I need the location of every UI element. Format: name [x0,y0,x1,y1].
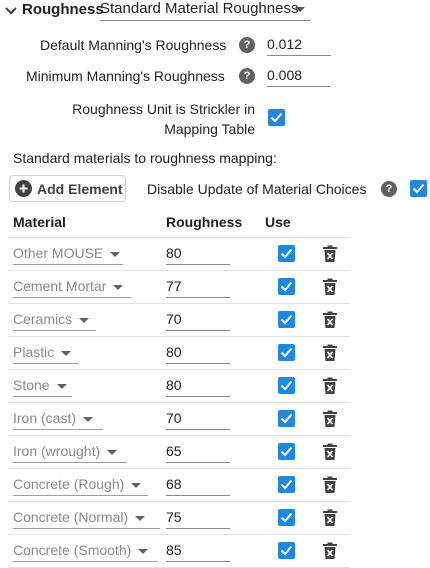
section-title: Roughness [22,1,104,18]
chevron-down-icon [61,350,72,356]
material-select[interactable]: Iron (cast) [13,409,103,430]
strickler-label-line1: Roughness Unit is Strickler in [72,101,255,117]
material-select-value: Plastic [13,344,55,360]
material-select-value: Cement Mortar [13,278,107,294]
use-checkbox[interactable] [278,311,295,328]
material-select-value: Concrete (Smooth) [13,542,132,558]
delete-icon[interactable] [322,542,338,560]
minimum-roughness-input[interactable]: 0.008 [267,66,331,87]
disable-update-checkbox[interactable] [410,180,427,197]
help-icon[interactable]: ? [239,68,255,84]
delete-icon[interactable] [322,377,338,395]
material-select[interactable]: Plastic [13,343,79,364]
row-divider [8,237,350,238]
roughness-input[interactable]: 75 [166,508,230,529]
delete-icon[interactable] [322,509,338,527]
roughness-input[interactable]: 70 [166,409,230,430]
default-roughness-label: Default Manning's Roughness [40,37,227,53]
help-icon[interactable]: ? [239,37,255,53]
material-select-value: Other MOUSE [13,245,104,261]
material-column-header: Material [13,214,66,230]
chevron-down-icon [110,251,121,257]
add-element-button[interactable]: Add Element [9,175,126,202]
material-select-value: Stone [13,377,50,393]
use-column-header: Use [265,214,291,230]
row-divider [8,468,350,469]
chevron-down-icon [113,284,124,290]
roughness-input[interactable]: 80 [166,343,230,364]
chevron-down-icon [138,548,149,554]
material-select[interactable]: Other MOUSE [13,244,123,265]
use-checkbox[interactable] [278,410,295,427]
chevron-down-icon [295,7,305,12]
add-element-label: Add Element [37,181,123,197]
use-checkbox[interactable] [278,476,295,493]
material-select-value: Iron (cast) [13,410,77,426]
strickler-label-line2: Mapping Table [164,121,255,137]
roughness-input[interactable]: 80 [166,376,230,397]
roughness-input[interactable]: 68 [166,475,230,496]
collapse-chevron-icon[interactable] [4,4,18,18]
delete-icon[interactable] [322,476,338,494]
delete-icon[interactable] [322,311,338,329]
strickler-checkbox[interactable] [268,109,285,126]
use-checkbox[interactable] [278,344,295,361]
help-icon[interactable]: ? [381,181,397,197]
chevron-down-icon [131,482,142,488]
material-select[interactable]: Iron (wrought) [13,442,127,463]
row-divider [8,402,350,403]
row-divider [8,501,350,502]
material-select[interactable]: Ceramics [13,310,96,331]
material-select[interactable]: Cement Mortar [13,277,131,298]
use-checkbox[interactable] [278,542,295,559]
use-checkbox[interactable] [278,377,295,394]
chevron-down-icon [107,449,118,455]
roughness-method-value: Standard Material Roughness [100,0,299,17]
material-select[interactable]: Concrete (Smooth) [13,541,158,562]
row-divider [8,270,350,271]
material-select[interactable]: Concrete (Rough) [13,475,148,496]
minimum-roughness-label: Minimum Manning's Roughness [26,68,225,84]
delete-icon[interactable] [322,443,338,461]
delete-icon[interactable] [322,410,338,428]
delete-icon[interactable] [322,344,338,362]
row-divider [8,303,350,304]
material-select[interactable]: Stone [13,376,72,397]
chevron-down-icon [56,383,67,389]
strickler-label: Roughness Unit is Strickler in Mapping T… [70,99,255,139]
material-select-value: Concrete (Normal) [13,509,129,525]
delete-icon[interactable] [322,245,338,263]
row-divider [8,369,350,370]
roughness-input[interactable]: 85 [166,541,230,562]
material-select[interactable]: Concrete (Normal) [13,508,160,529]
chevron-down-icon [83,416,94,422]
roughness-input[interactable]: 65 [166,442,230,463]
material-select-value: Concrete (Rough) [13,476,125,492]
use-checkbox[interactable] [278,443,295,460]
roughness-input[interactable]: 77 [166,277,230,298]
use-checkbox[interactable] [278,245,295,262]
row-divider [8,534,350,535]
default-roughness-input[interactable]: 0.012 [267,35,331,56]
mapping-section-label: Standard materials to roughness mapping: [13,150,277,166]
chevron-down-icon [79,317,90,323]
roughness-input[interactable]: 80 [166,244,230,265]
roughness-method-dropdown[interactable]: Standard Material Roughness [100,0,311,21]
use-checkbox[interactable] [278,509,295,526]
roughness-input[interactable]: 70 [166,310,230,331]
row-divider [8,336,350,337]
row-divider [8,435,350,436]
material-select-value: Ceramics [13,311,73,327]
use-checkbox[interactable] [278,278,295,295]
delete-icon[interactable] [322,278,338,296]
chevron-down-icon [135,515,146,521]
add-circle-icon [15,180,32,197]
roughness-column-header: Roughness [166,214,243,230]
material-select-value: Iron (wrought) [13,443,101,459]
disable-update-label: Disable Update of Material Choices [147,181,367,197]
